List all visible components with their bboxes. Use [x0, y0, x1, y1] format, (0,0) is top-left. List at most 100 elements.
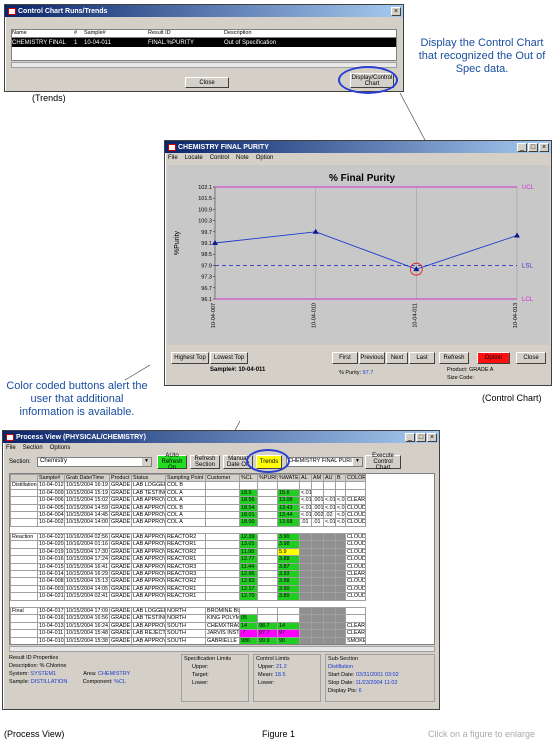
table-row[interactable]: 10-04-01610/15/2004 17:24GRADE ALAB APPR… — [10, 555, 366, 564]
table-cell: 10/15/2004 15:09 — [64, 643, 110, 644]
column-header[interactable]: AM — [311, 474, 324, 483]
table-row[interactable]: 10-04-02110/15/2004 02:41GRADE ALAB APPR… — [10, 592, 366, 601]
table-row[interactable]: 10-04-00910/15/2004 15:19GRADE ALAB TEST… — [10, 488, 366, 498]
menu-option[interactable]: Option — [256, 155, 274, 161]
menu-options[interactable]: Options — [50, 445, 71, 451]
table-row[interactable]: 10-04-00210/15/2004 14:00GRADE ALAB APPR… — [10, 518, 366, 527]
menu-note[interactable]: Note — [236, 155, 249, 161]
refresh-button[interactable]: Refresh — [439, 352, 469, 364]
column-header[interactable]: %PURITY — [257, 474, 278, 483]
table-row[interactable]: Reaction10-04-02210/16/2004 02:56GRADE B… — [10, 533, 366, 542]
table-row[interactable]: 10-04-00310/15/2004 14:05GRADE CLAB APPR… — [10, 584, 366, 594]
table-cell — [335, 621, 346, 631]
table-row[interactable]: 10-04-01610/15/2004 16:56GRADE ALAB TEST… — [10, 614, 366, 623]
column-header[interactable]: Status — [131, 474, 166, 483]
table-cell: 12.17 — [239, 584, 258, 594]
table-cell — [257, 488, 278, 498]
table-cell: 10/15/2004 16:24 — [64, 621, 110, 631]
lowest-top-button[interactable]: Lowest Top — [210, 352, 248, 364]
table-row[interactable]: 10-04-02010/16/2004 01:16GRADE ALAB APPR… — [10, 540, 366, 549]
y-tick-label: 102.1 — [198, 185, 212, 191]
menu-locate[interactable]: Locate — [185, 155, 203, 161]
process-grid[interactable]: Sample# Grab Date/Time Product Status Sampli… — [9, 473, 435, 645]
y-tick-label: 97.9 — [201, 263, 212, 269]
table-row[interactable]: 10-04-00610/15/2004 15:02GRADE ALAB APPR… — [10, 496, 366, 505]
minimize-icon[interactable]: _ — [517, 143, 527, 152]
menu-control[interactable]: Control — [210, 155, 229, 161]
spacer-cell — [346, 526, 366, 533]
table-cell — [335, 577, 346, 586]
table-cell: 10/15/2004 17:24 — [64, 555, 110, 564]
section-select[interactable]: Chemistry ▼ — [37, 457, 152, 467]
highest-top-button[interactable]: Highest Top — [171, 352, 209, 364]
column-header[interactable]: Sampling Point — [165, 474, 206, 483]
table-cell: CLOUDY — [345, 547, 366, 557]
column-header[interactable]: %WATER — [277, 474, 300, 483]
table-row[interactable]: 10-04-01410/15/2004 16:29GRADE BLAB APPR… — [10, 570, 366, 579]
column-header[interactable]: Sample# — [37, 474, 65, 483]
table-row[interactable]: 10-04-00710/15/2004 15:09GRADE ALAB APPR… — [10, 643, 366, 644]
menu-file[interactable]: File — [168, 155, 178, 161]
table-cell: GRADE B — [109, 621, 132, 631]
control-close-button[interactable]: Close — [516, 352, 546, 364]
table-row[interactable]: 10-04-01910/15/2004 17:30GRADE BLAB APPR… — [10, 547, 366, 557]
last-button[interactable]: Last — [409, 352, 435, 364]
close-icon[interactable]: × — [539, 143, 549, 152]
first-button[interactable]: First — [332, 352, 358, 364]
column-header[interactable]: COLOR — [345, 474, 366, 483]
table-row[interactable]: 10-04-00510/15/2004 14:59GRADE BLAB APPR… — [10, 503, 366, 513]
table-cell: <.01 — [299, 511, 312, 520]
sample-label: Sample: — [9, 679, 30, 685]
minimize-icon[interactable]: _ — [405, 433, 415, 442]
table-cell — [10, 547, 38, 557]
column-header[interactable]: B — [335, 474, 346, 483]
menu-file[interactable]: File — [6, 445, 16, 451]
table-cell: SOUTH — [165, 643, 206, 644]
table-row[interactable]: 10-04-00410/15/2004 14:45GRADE ALAB APPR… — [10, 511, 366, 520]
process-hscroll[interactable] — [9, 646, 435, 652]
table-row[interactable]: 10-04-01010/15/2004 15:38GRADE ALAB APPR… — [10, 636, 366, 644]
refresh-section-button[interactable]: Refresh Section — [190, 455, 220, 469]
previous-button[interactable]: Previous — [359, 352, 385, 364]
column-header[interactable]: Product — [109, 474, 132, 483]
table-cell: 10-04-019 — [37, 547, 65, 557]
table-row[interactable]: Final10-04-01710/15/2004 17:09GRADE ALAB… — [10, 606, 366, 616]
column-header[interactable] — [10, 474, 38, 483]
menu-section[interactable]: Section — [23, 445, 43, 451]
close-icon[interactable]: × — [427, 433, 437, 442]
table-row[interactable]: 10-04-01510/15/2004 16:41GRADE BLAB APPR… — [10, 562, 366, 572]
table-cell: GABRIELLE — [205, 636, 240, 644]
column-header[interactable]: %CL — [239, 474, 258, 483]
column-header[interactable]: Grab Date/Time — [64, 474, 110, 483]
table-cell — [335, 570, 346, 579]
next-button[interactable]: Next — [386, 352, 408, 364]
execute-control-chart-button[interactable]: Execute Control Chart — [365, 453, 401, 471]
table-cell — [345, 606, 366, 616]
table-row[interactable]: 10-04-00810/15/2004 15:13GRADE BLAB APPR… — [10, 577, 366, 586]
table-cell: 05 — [239, 614, 258, 623]
table-cell: 99.9 — [257, 636, 278, 644]
table-row[interactable]: Distillation 10-04-012 10/15/2004 16:19 GRA… — [10, 481, 366, 490]
pts-value: 6 — [358, 688, 362, 694]
option-button[interactable]: Option — [477, 352, 510, 364]
table-cell — [299, 555, 312, 564]
table-cell — [299, 547, 312, 557]
maximize-icon[interactable]: □ — [528, 143, 538, 152]
table-cell — [257, 481, 278, 490]
column-header[interactable]: Customer — [205, 474, 240, 483]
table-cell — [239, 481, 258, 490]
maximize-icon[interactable]: □ — [416, 433, 426, 442]
section-spacer — [11, 600, 366, 607]
column-header[interactable]: AL — [299, 474, 312, 483]
column-header[interactable]: AU — [323, 474, 336, 483]
auto-refresh-button[interactable]: AUto Refresh On — [157, 453, 187, 471]
table-row[interactable]: 10-04-01310/15/2004 16:24GRADE BLAB APPR… — [10, 621, 366, 631]
chart-select[interactable]: CHEMISTRY FINAL PURI ▼ — [286, 457, 363, 467]
control-menubar: File Locate Control Note Option — [165, 153, 551, 162]
spacer-cell — [324, 600, 336, 607]
table-cell — [311, 533, 324, 542]
table-cell — [335, 547, 346, 557]
table-cell: LAB APPROVED — [131, 636, 166, 644]
spacer-cell — [65, 600, 110, 607]
table-row[interactable]: 10-04-01110/15/2004 15:48GRADE ALAB REJE… — [10, 629, 366, 638]
